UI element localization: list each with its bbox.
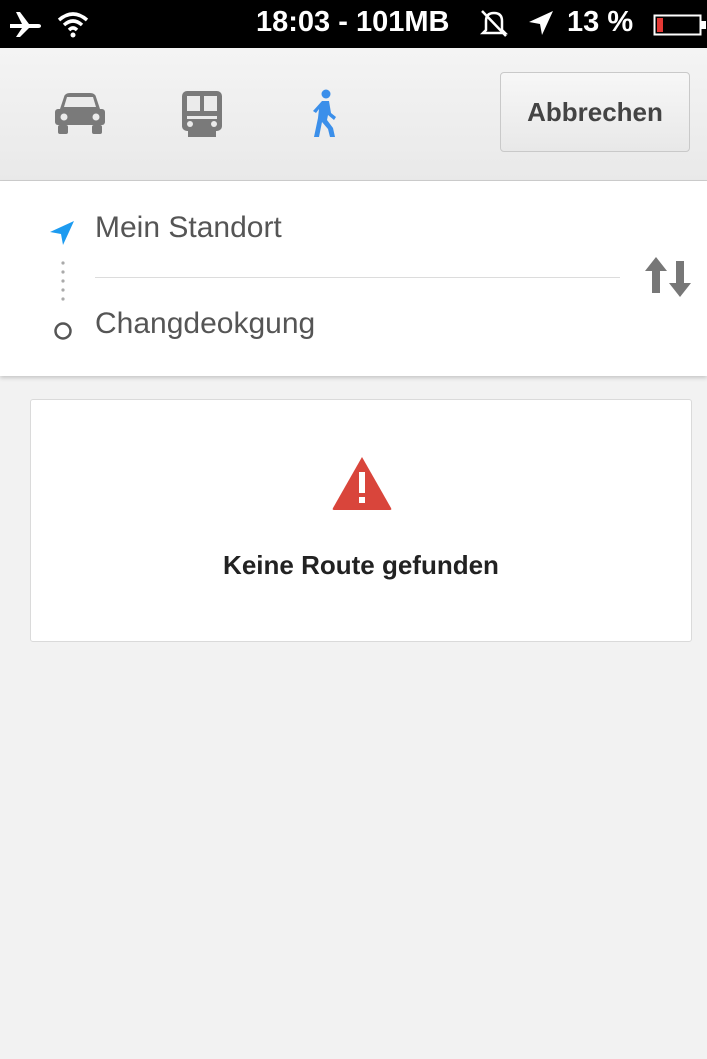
travel-mode-bar: Abbrechen: [0, 48, 707, 181]
field-divider: [95, 277, 620, 278]
mode-walk-button[interactable]: [292, 84, 356, 144]
status-bar: 18:03 - 101MB 13 %: [0, 0, 707, 48]
train-icon: [182, 91, 222, 137]
wifi-icon: [57, 12, 89, 38]
walking-person-icon: [313, 89, 336, 137]
swap-arrows-icon: [645, 257, 691, 297]
no-route-card: Keine Route gefunden: [30, 399, 692, 642]
car-icon: [55, 93, 105, 134]
time-memory-text: 18:03 - 101MB: [256, 6, 450, 38]
swap-button[interactable]: [640, 253, 696, 301]
my-location-arrow-icon: [50, 221, 74, 245]
no-route-message: Keine Route gefunden: [223, 550, 499, 580]
mute-bell-icon: [479, 10, 509, 37]
airplane-icon: [10, 12, 41, 37]
battery-icon: [653, 14, 706, 36]
cancel-button[interactable]: Abbrechen: [500, 72, 690, 152]
battery-percent-text: 13 %: [567, 6, 634, 38]
warning-triangle-icon: [332, 457, 392, 510]
location-arrow-icon: [529, 11, 553, 35]
origin-field[interactable]: Mein Standort: [95, 211, 282, 245]
destination-circle-icon: [54, 322, 72, 340]
route-dots-icon: [61, 261, 65, 301]
mode-transit-button[interactable]: [170, 84, 234, 144]
route-panel: Mein Standort Changdeokgung: [0, 181, 707, 376]
destination-field[interactable]: Changdeokgung: [95, 307, 315, 341]
mode-car-button[interactable]: [48, 84, 112, 144]
